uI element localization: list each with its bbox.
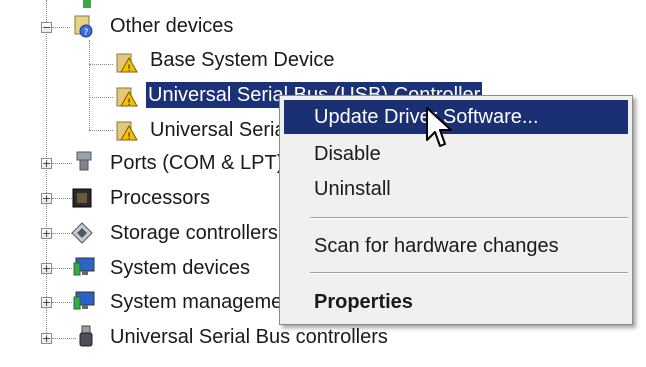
expand-toggle[interactable]: + [41,158,52,169]
tree-item-storage-controllers[interactable]: Storage controllers [108,220,280,246]
tree-item-ports[interactable]: Ports (COM & LPT) [108,150,285,176]
usb-plug-icon [79,325,93,347]
menu-item-properties[interactable]: Properties [284,285,628,319]
expand-toggle[interactable]: + [41,297,52,308]
tree-connector [52,338,76,339]
tree-item-usb-controllers[interactable]: Universal Serial Bus controllers [108,324,390,350]
tree-connector [89,97,113,98]
menu-item-uninstall[interactable]: Uninstall [284,172,628,206]
tree-item-other-devices[interactable]: Other devices [108,13,235,39]
tree-connector [52,27,70,28]
tree-connector [52,163,72,164]
expand-toggle[interactable]: + [41,228,52,239]
tree-connector [89,40,90,130]
menu-item-disable[interactable]: Disable [284,137,628,171]
port-connector-icon [76,151,92,171]
tree-item-system-management[interactable]: System management [108,289,301,315]
tree-connector [89,130,113,131]
warning-device-icon: ! [116,87,138,108]
tree-connector [52,198,72,199]
collapse-toggle[interactable]: − [41,22,52,33]
menu-item-scan-hardware[interactable]: Scan for hardware changes [284,229,628,263]
menu-separator [310,272,628,274]
warning-device-icon: ! [116,121,138,142]
tree-item-base-system-device[interactable]: Base System Device [148,47,337,73]
expand-toggle[interactable]: + [41,263,52,274]
tree-item-system-devices[interactable]: System devices [108,255,252,281]
menu-item-update-driver[interactable]: Update Driver Software... [284,100,628,134]
warning-device-icon: ! [116,53,138,74]
computer-monitor-icon [73,291,95,310]
mouse-pointer-icon [426,107,452,147]
svg-text:!: ! [127,64,131,74]
computer-monitor-icon [73,257,95,276]
storage-controller-icon [71,222,93,244]
tree-connector [46,34,47,341]
unknown-device-icon: ? [74,15,93,38]
green-icon-fragment [83,0,91,8]
context-menu: Update Driver Software... Disable Uninst… [279,95,633,325]
svg-text:!: ! [127,98,131,108]
svg-text:?: ? [84,28,89,38]
tree-item-processors[interactable]: Processors [108,185,212,211]
tree-connector [52,268,72,269]
processor-chip-icon [72,188,92,208]
svg-text:!: ! [127,132,131,142]
expand-toggle[interactable]: + [41,193,52,204]
tree-connector [52,302,72,303]
expand-toggle[interactable]: + [41,333,52,344]
tree-connector [52,233,72,234]
menu-separator [310,217,628,219]
tree-connector [89,64,113,65]
